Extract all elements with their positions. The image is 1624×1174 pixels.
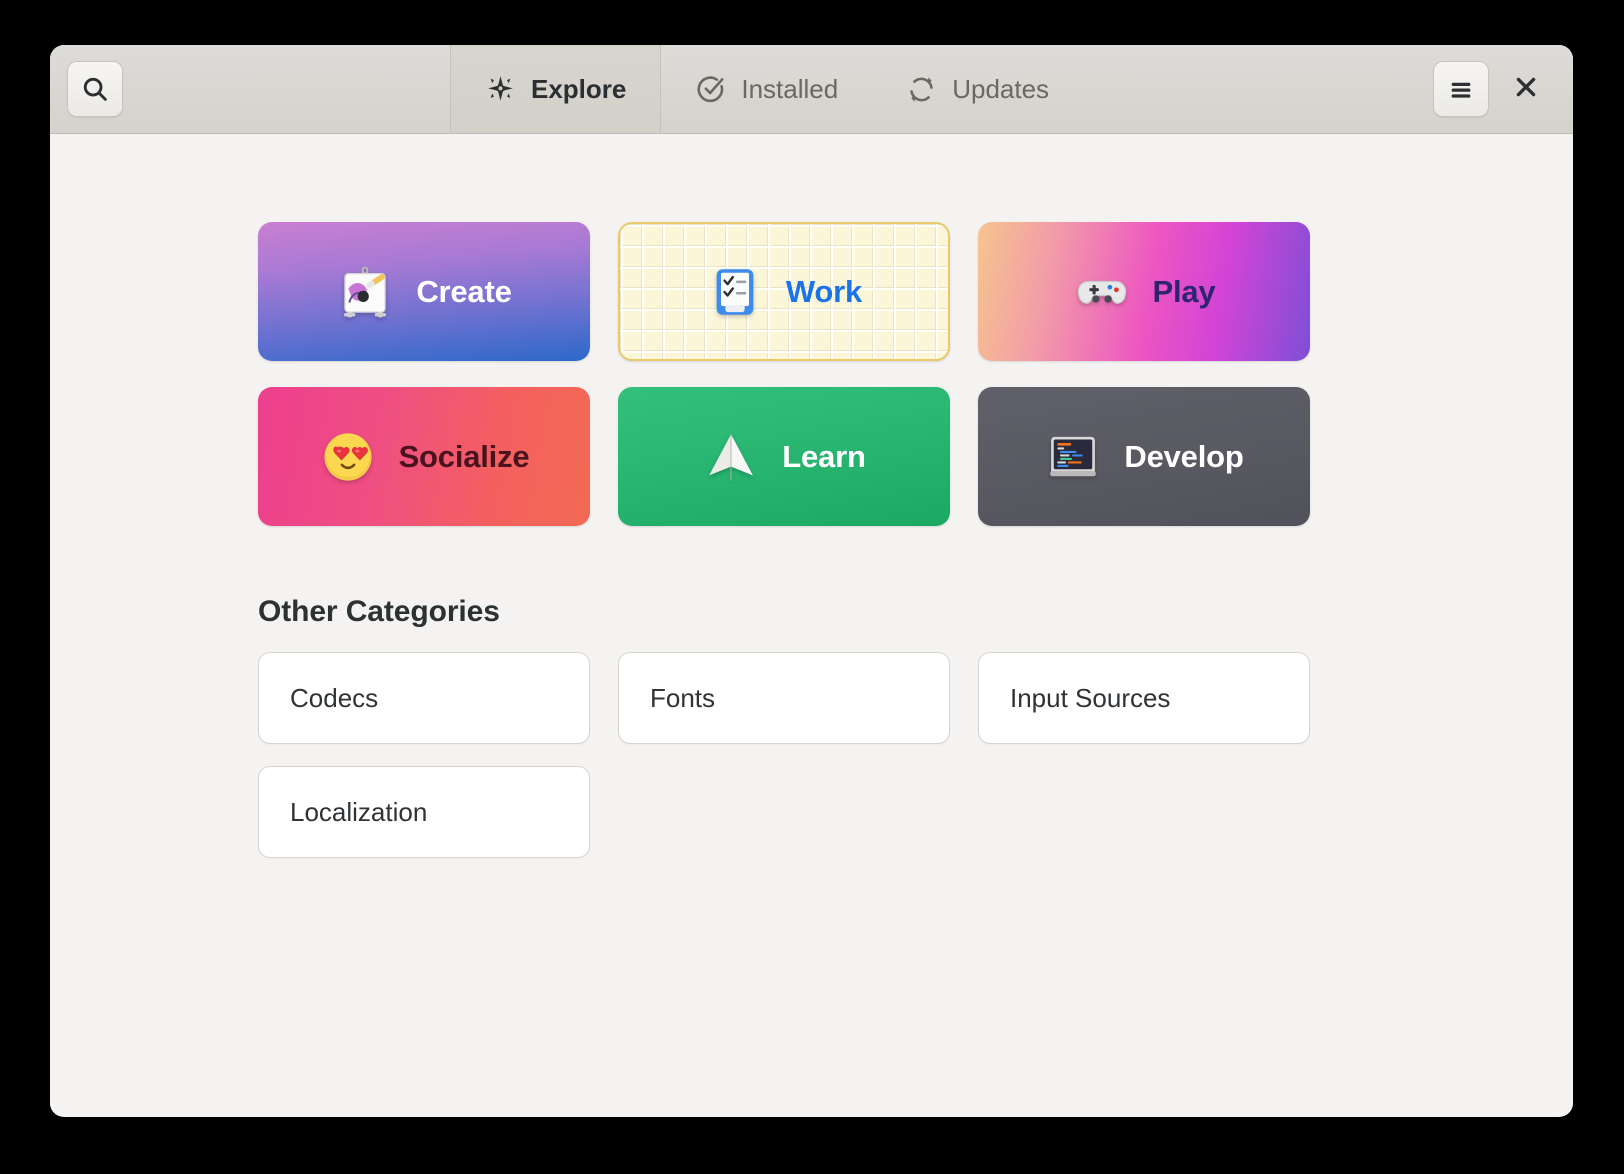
tile-content-develop: Develop [1044, 428, 1244, 486]
tile-content-learn: Learn [702, 428, 866, 486]
category-tile-socialize[interactable]: Socialize [258, 387, 590, 526]
header-bar: Explore Installed Updates [50, 45, 1573, 134]
category-tile-develop[interactable]: Develop [978, 387, 1310, 526]
header-right-section [1083, 45, 1573, 133]
other-categories-title: Other Categories [258, 595, 500, 628]
clipboard-checklist-icon [706, 263, 764, 321]
smiling-face-with-hearts-icon [319, 428, 377, 486]
tab-installed[interactable]: Installed [661, 45, 872, 133]
category-tile-play[interactable]: Play [978, 222, 1310, 361]
search-button[interactable] [67, 61, 123, 117]
category-tile-create[interactable]: Create [258, 222, 590, 361]
close-icon [1512, 73, 1540, 106]
software-app-window: Explore Installed Updates Create Work Pl… [50, 45, 1573, 1117]
paper-airplane-icon [702, 428, 760, 486]
featured-categories-section: Create Work Play Socialize Learn Develop [258, 222, 1310, 526]
search-icon [80, 74, 110, 104]
other-category-label: Localization [290, 796, 428, 827]
tab-updates[interactable]: Updates [872, 45, 1083, 133]
category-tile-learn[interactable]: Learn [618, 387, 950, 526]
other-category-localization[interactable]: Localization [258, 766, 590, 858]
featured-categories-grid: Create Work Play Socialize Learn Develop [258, 222, 1310, 526]
header-left-section [50, 45, 450, 133]
explore-content-area: Create Work Play Socialize Learn Develop… [50, 134, 1573, 1116]
tab-installed-label: Installed [741, 73, 839, 104]
tile-content-create: Create [336, 263, 512, 321]
close-window-button[interactable] [1503, 66, 1549, 112]
main-menu-button[interactable] [1433, 61, 1489, 117]
easel-paintbrush-icon [336, 263, 394, 321]
tile-content-socialize: Socialize [319, 428, 530, 486]
category-label-learn: Learn [782, 438, 866, 474]
category-label-develop: Develop [1124, 438, 1244, 474]
code-terminal-icon [1044, 428, 1102, 486]
updates-refresh-icon [906, 74, 937, 105]
tile-content-work: Work [706, 263, 862, 321]
other-category-input-sources[interactable]: Input Sources [978, 652, 1310, 744]
tab-explore[interactable]: Explore [450, 45, 662, 133]
other-category-codecs[interactable]: Codecs [258, 652, 590, 744]
explore-sparkle-icon [485, 74, 516, 105]
tab-explore-label: Explore [531, 73, 627, 104]
tab-updates-label: Updates [952, 73, 1050, 104]
installed-check-icon [695, 74, 726, 105]
other-category-fonts[interactable]: Fonts [618, 652, 950, 744]
other-category-label: Fonts [650, 682, 716, 713]
other-category-label: Input Sources [1010, 682, 1171, 713]
header-tabs: Explore Installed Updates [450, 45, 1083, 133]
other-categories-grid: Codecs Fonts Input Sources Localization [258, 652, 1310, 858]
game-controller-icon [1073, 263, 1131, 321]
hamburger-menu-icon [1447, 75, 1475, 103]
category-label-socialize: Socialize [398, 438, 530, 474]
category-tile-work[interactable]: Work [618, 222, 950, 361]
category-label-work: Work [785, 273, 863, 309]
category-label-create: Create [416, 273, 512, 309]
other-category-label: Codecs [290, 682, 379, 713]
tile-content-play: Play [1073, 263, 1216, 321]
category-label-play: Play [1152, 273, 1216, 309]
